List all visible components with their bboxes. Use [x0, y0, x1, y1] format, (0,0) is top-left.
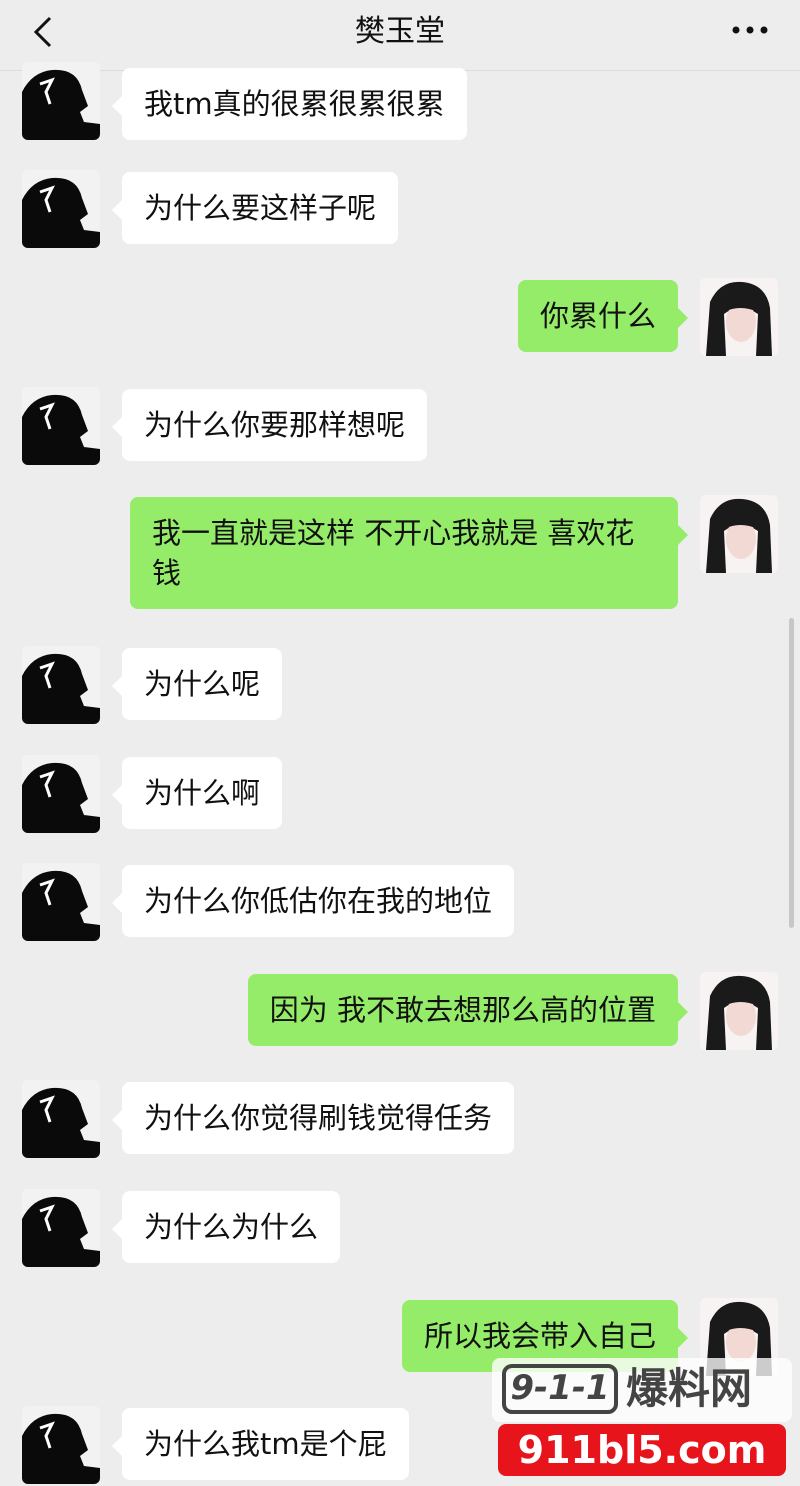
watermark-logo: 9-1-1 爆料网: [492, 1358, 792, 1422]
scrollbar[interactable]: [789, 618, 794, 928]
contact-avatar[interactable]: [22, 755, 100, 833]
contact-avatar[interactable]: [22, 646, 100, 724]
message-bubble-sent[interactable]: 我一直就是这样 不开心我就是 喜欢花钱: [130, 497, 688, 609]
message-bubble-sent[interactable]: 因为 我不敢去想那么高的位置: [247, 974, 689, 1046]
watermark-brand: 9-1-1: [502, 1364, 618, 1414]
user-avatar[interactable]: [700, 495, 778, 573]
message-bubble-received[interactable]: 我tm真的很累很累很累: [112, 68, 467, 140]
message-bubble-received[interactable]: 为什么要这样子呢: [111, 172, 399, 244]
contact-avatar[interactable]: [22, 62, 100, 140]
message-bubble-received[interactable]: 为什么你要那样想呢: [111, 389, 428, 461]
more-options-icon[interactable]: [730, 20, 770, 40]
message-bubble-received[interactable]: 为什么呢: [111, 648, 283, 720]
user-avatar[interactable]: [700, 278, 778, 356]
message-bubble-sent[interactable]: 你累什么: [517, 280, 689, 352]
watermark: 9-1-1 爆料网 911bl5.com: [492, 1358, 792, 1480]
contact-avatar[interactable]: [22, 1080, 100, 1158]
message-list[interactable]: 我tm真的很累很累很累 为什么要这样子呢 你累什么 为什么你要那样想呢 我一直就…: [0, 62, 800, 1486]
watermark-name: 爆料网: [626, 1364, 753, 1413]
contact-avatar[interactable]: [22, 387, 100, 465]
contact-avatar[interactable]: [22, 1406, 100, 1484]
message-bubble-received[interactable]: 为什么我tm是个屁: [112, 1408, 409, 1480]
contact-avatar[interactable]: [22, 863, 100, 941]
watermark-url: 911bl5.com: [498, 1424, 786, 1476]
message-bubble-received[interactable]: 为什么啊: [111, 757, 283, 829]
contact-avatar[interactable]: [22, 170, 100, 248]
contact-avatar[interactable]: [22, 1189, 100, 1267]
chat-header: 樊玉堂: [0, 0, 800, 71]
message-bubble-received[interactable]: 为什么你觉得刷钱觉得任务: [111, 1082, 515, 1154]
chat-title: 樊玉堂: [355, 14, 445, 49]
user-avatar[interactable]: [700, 972, 778, 1050]
message-bubble-received[interactable]: 为什么你低估你在我的地位: [111, 865, 515, 937]
message-bubble-received[interactable]: 为什么为什么: [111, 1191, 341, 1263]
